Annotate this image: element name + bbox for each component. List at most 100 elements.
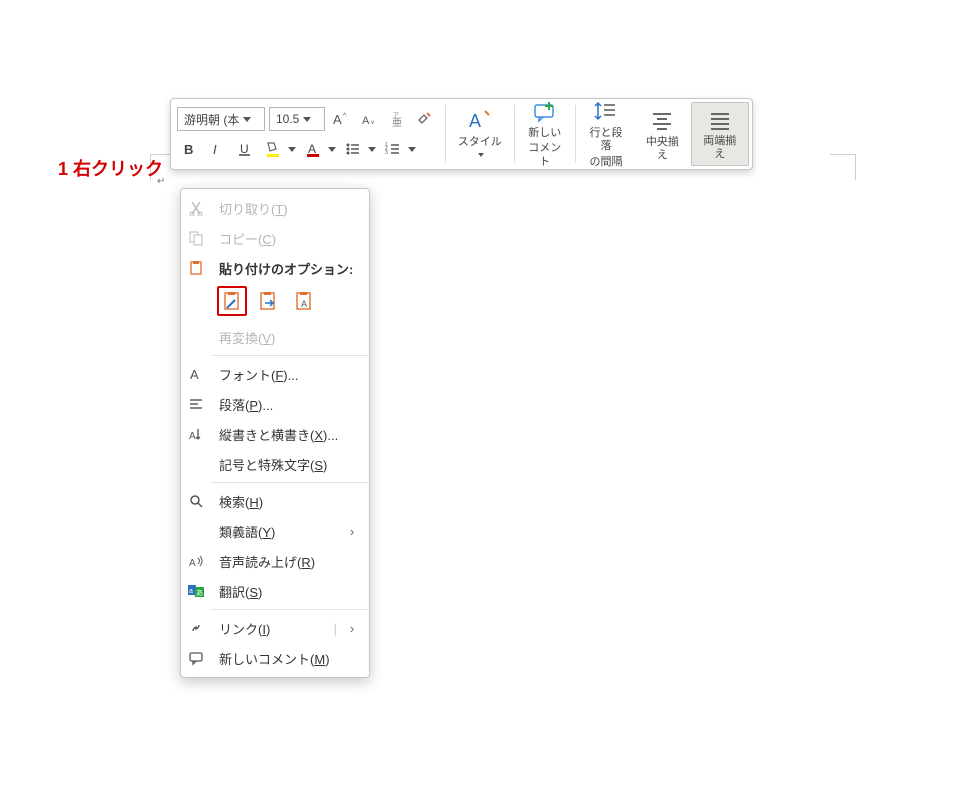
copy-item[interactable]: コピー(C) bbox=[181, 223, 369, 253]
thesaurus-label: 類義語(Y) bbox=[219, 522, 337, 541]
svg-text:a: a bbox=[189, 588, 193, 595]
annotation-step-1: 1 右クリック bbox=[58, 155, 163, 181]
mini-toolbar-bottom-row: B I U A bbox=[177, 137, 437, 161]
context-menu: 切り取り(T) コピー(C) 貼り付けのオプション: A 再変換(V) bbox=[180, 188, 370, 678]
center-align-group[interactable]: 中央揃え bbox=[634, 99, 690, 169]
symbols-label: 記号と特殊文字(S) bbox=[219, 455, 359, 474]
font-color-button[interactable]: A bbox=[301, 137, 337, 161]
paste-text-only-button[interactable]: A bbox=[289, 286, 319, 316]
phonetic-guide-button[interactable]: ア 亜 bbox=[385, 107, 409, 131]
search-item[interactable]: 検索(H) bbox=[181, 486, 369, 516]
styles-icon: A bbox=[467, 106, 493, 134]
read-aloud-icon: A bbox=[181, 553, 211, 569]
text-direction-item[interactable]: A 縦書きと横書き(X)... bbox=[181, 419, 369, 449]
symbols-item[interactable]: 記号と特殊文字(S) bbox=[181, 449, 369, 479]
link-item[interactable]: リンク(I) | › bbox=[181, 613, 369, 643]
paste-keep-source-button[interactable] bbox=[217, 286, 247, 316]
text-direction-label: 縦書きと横書き(X)... bbox=[219, 425, 359, 444]
copy-icon bbox=[181, 230, 211, 246]
line-spacing-label-1: 行と段落 bbox=[586, 127, 626, 153]
copy-label: コピー(C) bbox=[219, 229, 359, 248]
translate-item[interactable]: a あ 翻訳(S) bbox=[181, 576, 369, 606]
submenu-arrow-icon: › bbox=[345, 524, 359, 539]
styles-group[interactable]: A スタイル bbox=[448, 99, 512, 169]
cut-icon bbox=[181, 200, 211, 216]
svg-text:^: ^ bbox=[343, 113, 347, 120]
font-label: フォント(F)... bbox=[219, 365, 359, 384]
menu-separator bbox=[211, 609, 369, 610]
new-comment-label: 新しいコメント(M) bbox=[219, 649, 359, 668]
paragraph-label: 段落(P)... bbox=[219, 395, 359, 414]
bold-button[interactable]: B bbox=[177, 137, 201, 161]
line-spacing-label-2: の間隔 bbox=[590, 156, 623, 169]
font-name-value: 游明朝 (本 bbox=[184, 111, 239, 128]
paste-icon bbox=[181, 260, 211, 276]
paste-merge-button[interactable] bbox=[253, 286, 283, 316]
new-comment-group[interactable]: 新しい コメント bbox=[517, 99, 573, 169]
reconvert-label: 再変換(V) bbox=[219, 328, 359, 347]
menu-separator bbox=[211, 355, 369, 356]
increase-font-size-button[interactable]: A^ bbox=[329, 107, 353, 131]
svg-text:U: U bbox=[240, 142, 249, 156]
thesaurus-item[interactable]: 類義語(Y) › bbox=[181, 516, 369, 546]
paragraph-item[interactable]: 段落(P)... bbox=[181, 389, 369, 419]
line-spacing-group[interactable]: 行と段落 の間隔 bbox=[578, 99, 634, 169]
svg-text:B: B bbox=[184, 142, 193, 157]
format-painter-button[interactable] bbox=[413, 107, 437, 131]
numbering-button[interactable]: 1 2 3 bbox=[381, 137, 417, 161]
svg-text:A: A bbox=[333, 112, 342, 127]
read-aloud-item[interactable]: A 音声読み上げ(R) bbox=[181, 546, 369, 576]
chevron-down-icon bbox=[408, 147, 416, 152]
justify-icon bbox=[708, 107, 732, 133]
italic-button[interactable]: I bbox=[205, 137, 229, 161]
svg-text:A: A bbox=[308, 142, 316, 156]
menu-separator bbox=[211, 482, 369, 483]
styles-label: スタイル bbox=[458, 136, 502, 148]
font-size-value: 10.5 bbox=[276, 112, 299, 126]
chevron-down-icon bbox=[328, 147, 336, 152]
cut-item[interactable]: 切り取り(T) bbox=[181, 193, 369, 223]
font-size-select[interactable]: 10.5 bbox=[269, 107, 325, 131]
font-item[interactable]: A フォント(F)... bbox=[181, 359, 369, 389]
search-label: 検索(H) bbox=[219, 492, 359, 511]
chevron-down-icon bbox=[478, 153, 484, 157]
svg-text:A: A bbox=[189, 558, 196, 569]
svg-text:A: A bbox=[301, 299, 307, 309]
justify-group[interactable]: 両端揃え bbox=[691, 102, 749, 166]
chevron-down-icon bbox=[303, 117, 311, 122]
paragraph-icon bbox=[181, 396, 211, 412]
new-comment-item[interactable]: 新しいコメント(M) bbox=[181, 643, 369, 673]
mini-toolbar-top-row: 游明朝 (本 10.5 A^ Av ア 亜 bbox=[177, 107, 437, 131]
link-icon bbox=[181, 620, 211, 636]
translate-label: 翻訳(S) bbox=[219, 582, 359, 601]
mini-toolbar-left: 游明朝 (本 10.5 A^ Av ア 亜 bbox=[171, 99, 443, 169]
svg-text:A: A bbox=[362, 115, 370, 127]
cut-label: 切り取り(T) bbox=[219, 199, 359, 218]
submenu-arrow-icon: › bbox=[345, 621, 359, 636]
svg-text:A: A bbox=[469, 111, 481, 131]
mini-toolbar: 游明朝 (本 10.5 A^ Av ア 亜 bbox=[170, 98, 753, 170]
underline-button[interactable]: U bbox=[233, 137, 257, 161]
highlight-color-button[interactable] bbox=[261, 137, 297, 161]
font-icon: A bbox=[181, 366, 211, 382]
new-comment-label-2: コメント bbox=[525, 142, 565, 168]
svg-text:亜: 亜 bbox=[392, 118, 402, 128]
svg-text:A: A bbox=[189, 431, 196, 442]
line-spacing-icon bbox=[593, 99, 619, 125]
justify-label: 両端揃え bbox=[700, 135, 740, 161]
chevron-down-icon bbox=[243, 117, 251, 122]
svg-text:A: A bbox=[190, 367, 199, 382]
font-name-select[interactable]: 游明朝 (本 bbox=[177, 107, 265, 131]
chevron-down-icon bbox=[288, 147, 296, 152]
toolbar-separator bbox=[514, 105, 515, 163]
decrease-font-size-button[interactable]: Av bbox=[357, 107, 381, 131]
translate-icon: a あ bbox=[181, 583, 211, 599]
reconvert-item[interactable]: 再変換(V) bbox=[181, 322, 369, 352]
svg-text:I: I bbox=[213, 142, 217, 157]
bullets-button[interactable] bbox=[341, 137, 377, 161]
page-corner-tr bbox=[830, 154, 856, 180]
text-direction-icon: A bbox=[181, 426, 211, 442]
comment-icon bbox=[181, 650, 211, 666]
paste-options-label: 貼り付けのオプション: bbox=[219, 259, 359, 278]
toolbar-separator bbox=[575, 105, 576, 163]
